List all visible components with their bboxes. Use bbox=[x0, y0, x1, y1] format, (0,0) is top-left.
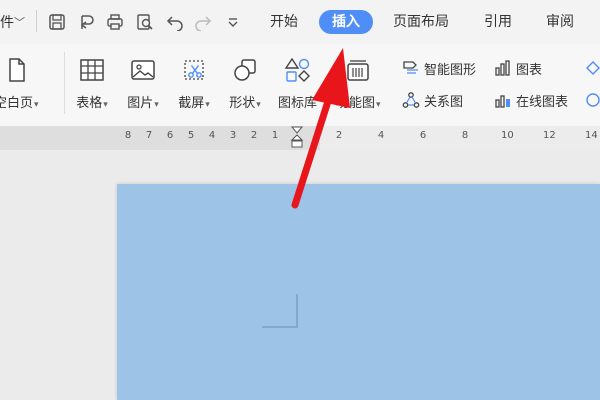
table-label: 表格 bbox=[76, 96, 103, 111]
page-margin-corner-mark bbox=[262, 294, 298, 328]
shape-icon bbox=[227, 54, 263, 86]
horizontal-ruler[interactable]: 8 7 6 5 4 3 2 1 2 4 6 8 10 12 14 bbox=[0, 126, 600, 150]
divider bbox=[64, 52, 65, 114]
relation-chart-button[interactable]: 关系图 bbox=[402, 89, 463, 111]
blank-page-label: 空白页 bbox=[0, 96, 34, 111]
ruler-tick: 4 bbox=[208, 130, 216, 141]
tab-insert[interactable]: 插入 bbox=[319, 10, 373, 34]
file-menu[interactable]: 件 bbox=[0, 12, 14, 32]
ruler-tick: 8 bbox=[461, 130, 469, 141]
blank-page-icon bbox=[0, 54, 34, 86]
print-preview-icon[interactable] bbox=[134, 11, 156, 33]
save-icon[interactable] bbox=[46, 11, 68, 33]
online-chart-button[interactable]: 在线图表 bbox=[494, 89, 568, 111]
icon-library-icon bbox=[280, 54, 316, 86]
document-page[interactable] bbox=[117, 184, 600, 400]
icon-library-label: 图标库 bbox=[278, 96, 318, 111]
picture-icon bbox=[125, 54, 161, 86]
table-icon bbox=[74, 54, 110, 86]
dropdown-caret-icon: ▾ bbox=[205, 100, 210, 110]
online-chart-icon bbox=[495, 95, 510, 108]
function-chart-button[interactable]: 功能图▾ bbox=[336, 54, 381, 111]
ruler-tick: 4 bbox=[377, 130, 385, 141]
chart-button[interactable]: 图表 bbox=[494, 57, 542, 79]
function-chart-label: 功能图 bbox=[336, 96, 376, 111]
ruler-tick: 1 bbox=[271, 130, 279, 141]
tab-page-layout[interactable]: 页面布局 bbox=[388, 10, 454, 34]
undo-icon[interactable] bbox=[164, 11, 186, 33]
redo-icon[interactable] bbox=[192, 11, 214, 33]
indent-marker-icon[interactable] bbox=[290, 126, 304, 150]
picture-button[interactable]: 图片▾ bbox=[125, 54, 161, 111]
relation-chart-label: 关系图 bbox=[424, 94, 464, 110]
picture-label: 图片 bbox=[127, 96, 154, 111]
screenshot-button[interactable]: 截屏▾ bbox=[176, 54, 212, 111]
shape-button[interactable]: 形状▾ bbox=[227, 54, 263, 111]
ruler-tick: 14 bbox=[585, 130, 598, 141]
dropdown-caret-icon: ▾ bbox=[154, 100, 159, 110]
shape-label: 形状 bbox=[229, 96, 256, 111]
tab-references[interactable]: 引用 bbox=[476, 10, 520, 34]
dropdown-caret-icon: ▾ bbox=[103, 100, 108, 110]
ruler-tick: 8 bbox=[124, 130, 132, 141]
ribbon-overflow-icon[interactable] bbox=[584, 57, 600, 79]
chart-label: 图表 bbox=[516, 62, 543, 78]
ruler-tick: 2 bbox=[250, 130, 258, 141]
dropdown-caret-icon: ▾ bbox=[376, 100, 381, 110]
divider bbox=[36, 10, 37, 32]
ruler-tick: 2 bbox=[335, 130, 343, 141]
ruler-tick: 10 bbox=[501, 130, 514, 141]
screenshot-label: 截屏 bbox=[178, 96, 205, 111]
relation-chart-icon bbox=[402, 92, 420, 108]
smart-art-icon bbox=[403, 61, 418, 74]
tab-review[interactable]: 审阅 bbox=[538, 10, 582, 34]
function-chart-icon bbox=[340, 54, 376, 86]
online-chart-label: 在线图表 bbox=[516, 94, 569, 110]
ribbon-insert: 空白页▾ 表格▾ 图片▾ 截屏▾ 形状▾ 图标库 功能图▾ 智能图形 图表 关系… bbox=[0, 44, 600, 126]
smart-art-button[interactable]: 智能图形 bbox=[402, 57, 476, 79]
dropdown-caret-icon: ▾ bbox=[256, 100, 261, 110]
quick-access-more-icon[interactable] bbox=[222, 11, 244, 33]
ruler-tick: 6 bbox=[419, 130, 427, 141]
table-button[interactable]: 表格▾ bbox=[74, 54, 110, 111]
ruler-tick: 7 bbox=[145, 130, 153, 141]
ruler-tick: 3 bbox=[229, 130, 237, 141]
smart-art-label: 智能图形 bbox=[424, 62, 477, 78]
ruler-tick: 5 bbox=[187, 130, 195, 141]
ribbon-overflow-icon[interactable] bbox=[584, 89, 600, 111]
ruler-tick: 12 bbox=[543, 130, 556, 141]
chart-icon bbox=[495, 60, 510, 76]
print-icon[interactable] bbox=[104, 11, 126, 33]
screenshot-icon bbox=[176, 54, 212, 86]
icon-library-button[interactable]: 图标库 bbox=[278, 54, 317, 111]
blank-page-button[interactable]: 空白页▾ bbox=[0, 54, 39, 111]
ruler-tick: 6 bbox=[166, 130, 174, 141]
menu-bar: 件 ﹀ 开始 插入 页面布局 引用 审阅 bbox=[0, 0, 600, 44]
export-icon[interactable] bbox=[76, 11, 98, 33]
dropdown-caret-icon: ▾ bbox=[34, 100, 39, 110]
tab-home[interactable]: 开始 bbox=[262, 10, 306, 34]
file-menu-dropdown-icon[interactable]: ﹀ bbox=[14, 14, 25, 30]
